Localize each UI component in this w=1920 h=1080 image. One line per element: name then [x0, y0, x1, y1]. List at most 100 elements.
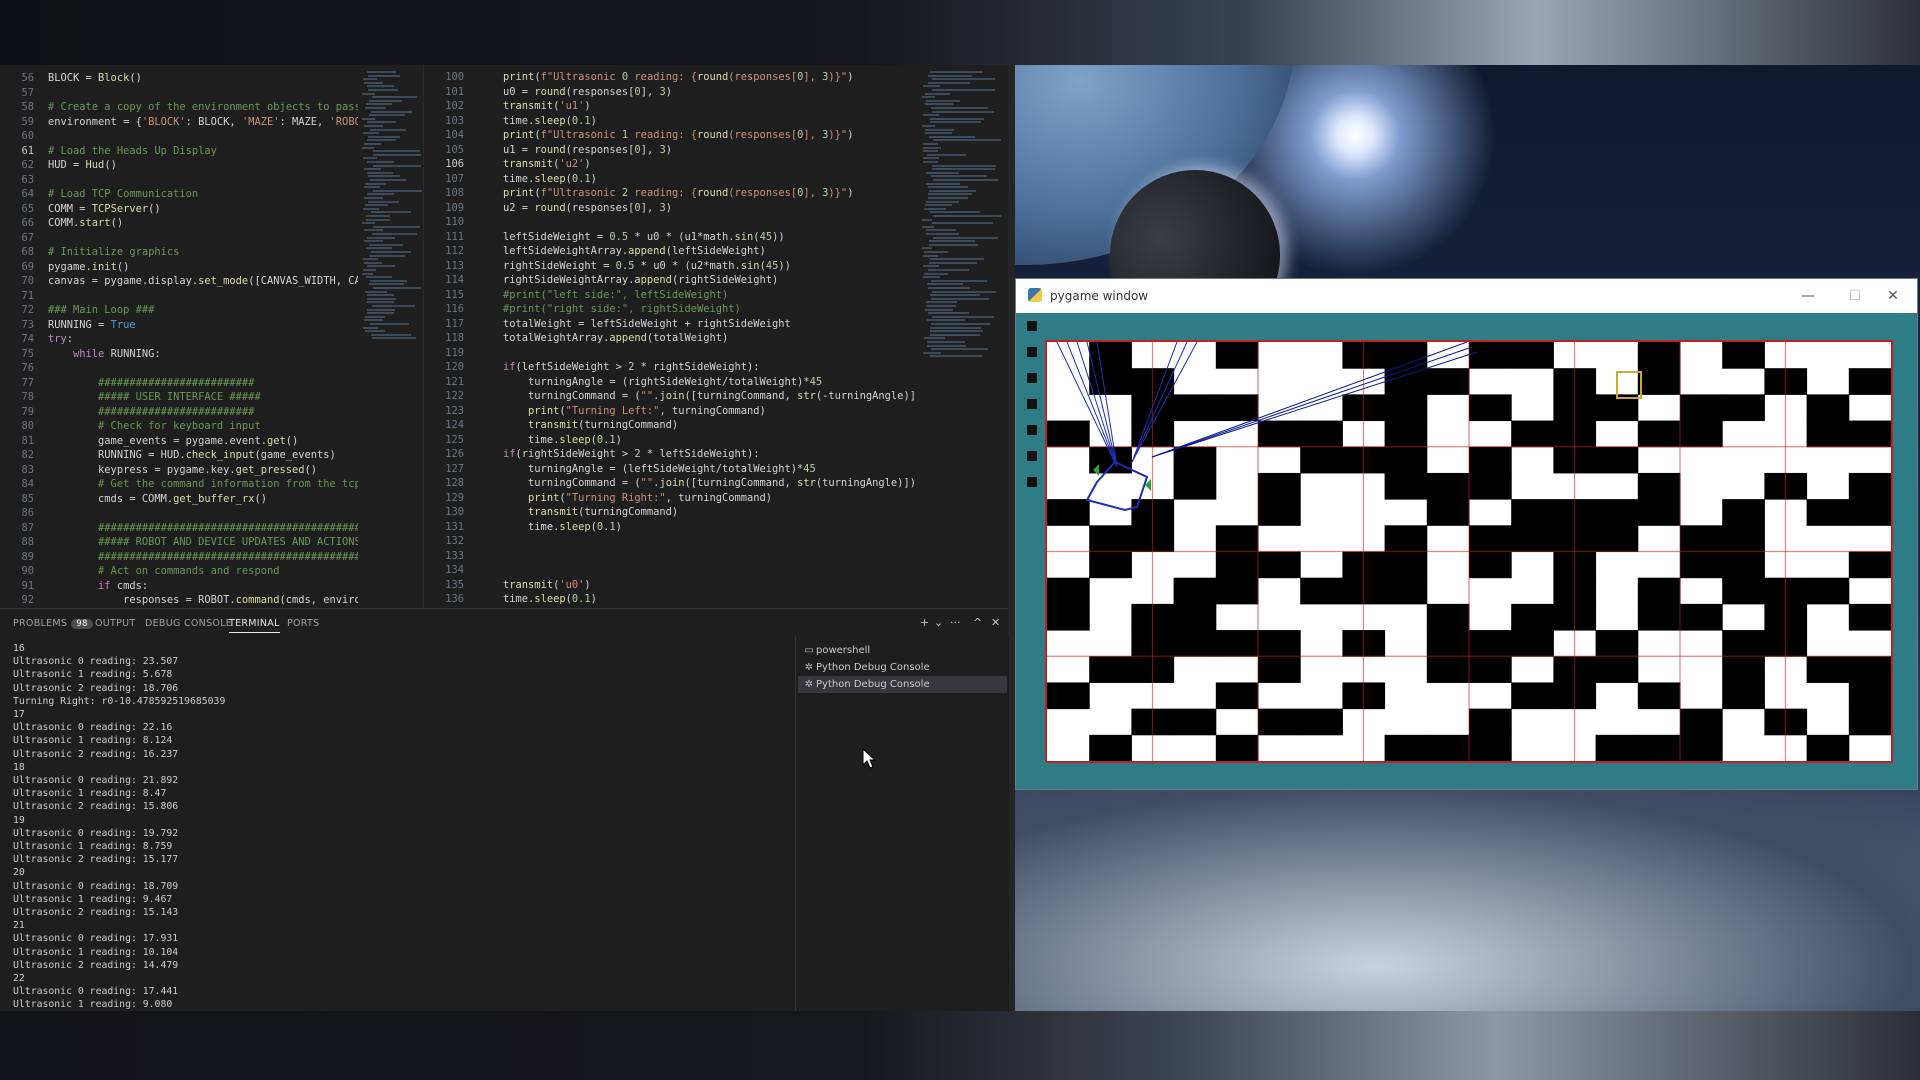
- editor-right-minimap[interactable]: [918, 65, 1008, 608]
- code-line[interactable]: 135 transmit('u0'): [430, 578, 590, 593]
- code-line[interactable]: 73 RUNNING = True: [0, 318, 135, 333]
- code-line[interactable]: 100 print(f"Ultrasonic 0 reading: {round…: [430, 70, 853, 85]
- code-line[interactable]: 60: [0, 129, 48, 144]
- terminal-output[interactable]: 16 Ultrasonic 0 reading: 23.507 Ultrasonic…: [0, 636, 795, 1011]
- close-button[interactable]: ✕: [1878, 286, 1908, 306]
- tab-terminal[interactable]: TERMINAL: [229, 618, 280, 633]
- code-line[interactable]: 85 cmds = COMM.get_buffer_rx(): [0, 492, 266, 507]
- code-line[interactable]: 123 print("Turning Left:", turningComman…: [430, 404, 766, 419]
- code-line[interactable]: 56 BLOCK = Block(): [0, 71, 141, 86]
- tab-problems[interactable]: PROBLEMS 98: [13, 618, 93, 629]
- maze-wall-cell: [1848, 603, 1891, 631]
- code-line[interactable]: 131 time.sleep(0.1): [430, 520, 622, 535]
- code-line[interactable]: 58 # Create a copy of the environment obj…: [0, 100, 358, 115]
- code-line[interactable]: 91 if cmds:: [0, 579, 148, 594]
- code-line[interactable]: 129 print("Turning Right:", turningComma…: [430, 491, 772, 506]
- tab-debug-console[interactable]: DEBUG CONSOLE: [145, 618, 232, 629]
- code-line[interactable]: 62 HUD = Hud(): [0, 158, 116, 173]
- editor-left-minimap[interactable]: [358, 65, 424, 608]
- pygame-window[interactable]: pygame window — ☐ ✕: [1016, 279, 1917, 789]
- code-line[interactable]: 118 totalWeightArray.append(totalWeight): [430, 331, 728, 346]
- code-line[interactable]: 113 rightSideWeight = 0.5 * u0 * (u2*mat…: [430, 259, 791, 274]
- new-terminal-icon[interactable]: +: [920, 616, 929, 629]
- terminal-session-debug-1[interactable]: ✲ Python Debug Console: [798, 659, 1007, 676]
- code-line[interactable]: 126 if(rightSideWeight > 2 * leftSideWei…: [430, 447, 759, 462]
- code-line[interactable]: 111 leftSideWeight = 0.5 * u0 * (u1*math…: [430, 230, 784, 245]
- code-line[interactable]: 82 RUNNING = HUD.check_input(game_events…: [0, 448, 335, 463]
- code-line[interactable]: 121 turningAngle = (rightSideWeight/tota…: [430, 375, 822, 390]
- code-line[interactable]: 77 #########################: [0, 376, 254, 391]
- code-line[interactable]: 80 # Check for keyboard input: [0, 419, 260, 434]
- code-line[interactable]: 88 ##### ROBOT AND DEVICE UPDATES AND AC…: [0, 535, 358, 550]
- code-line[interactable]: 110: [430, 215, 478, 230]
- editor-left-pane[interactable]: 56 BLOCK = Block() 57 58 # Create a copy of …: [0, 65, 358, 608]
- minimize-button[interactable]: —: [1793, 286, 1823, 306]
- tab-ports[interactable]: PORTS: [287, 618, 319, 629]
- code-line[interactable]: 57: [0, 86, 48, 101]
- code-line[interactable]: 74 try:: [0, 332, 73, 347]
- code-line[interactable]: 115 #print("left side:", leftSideWeight): [430, 288, 728, 303]
- code-line[interactable]: 122 turningCommand = ("".join([turningCo…: [430, 389, 918, 404]
- tab-output[interactable]: OUTPUT: [95, 618, 136, 629]
- code-line[interactable]: 87 #####################################…: [0, 521, 358, 536]
- terminal-session-debug-2[interactable]: ✲ Python Debug Console: [798, 676, 1007, 693]
- code-line[interactable]: 86: [0, 506, 48, 521]
- code-line[interactable]: 105 u1 = round(responses[0], 3): [430, 143, 672, 158]
- code-line[interactable]: 132: [430, 534, 478, 549]
- code-line[interactable]: 66 COMM.start(): [0, 216, 123, 231]
- code-line[interactable]: 59 environment = {'BLOCK': BLOCK, 'MAZE':…: [0, 115, 358, 130]
- code-line[interactable]: 134: [430, 563, 478, 578]
- code-line[interactable]: 136 time.sleep(0.1): [430, 592, 597, 607]
- terminal-session-powershell[interactable]: ▭ powershell: [798, 642, 1007, 659]
- code-line[interactable]: 76: [0, 361, 48, 376]
- code-line[interactable]: 67: [0, 231, 48, 246]
- code-line[interactable]: 104 print(f"Ultrasonic 1 reading: {round…: [430, 128, 853, 143]
- code-line[interactable]: 83 keypress = pygame.key.get_pressed(): [0, 463, 317, 478]
- scrollbar[interactable]: [1008, 65, 1015, 1011]
- code-line[interactable]: 71: [0, 289, 48, 304]
- code-line[interactable]: 124 transmit(turningCommand): [430, 418, 678, 433]
- code-line[interactable]: 79 #########################: [0, 405, 254, 420]
- code-line[interactable]: 89 #####################################…: [0, 550, 358, 565]
- code-line[interactable]: 101 u0 = round(responses[0], 3): [430, 85, 672, 100]
- code-line[interactable]: 90 # Act on commands and respond: [0, 564, 279, 579]
- pygame-titlebar[interactable]: pygame window — ☐ ✕: [1016, 279, 1917, 313]
- code-line[interactable]: 128 turningCommand = ("".join([turningCo…: [430, 476, 918, 491]
- code-line[interactable]: 63: [0, 173, 48, 188]
- code-line[interactable]: 108 print(f"Ultrasonic 2 reading: {round…: [430, 186, 853, 201]
- code-line[interactable]: 107 time.sleep(0.1): [430, 172, 597, 187]
- code-line[interactable]: 64 # Load TCP Communication: [0, 187, 198, 202]
- code-line[interactable]: 70 canvas = pygame.display.set_mode([CANV…: [0, 274, 358, 289]
- code-line[interactable]: 127 turningAngle = (leftSideWeight/total…: [430, 462, 816, 477]
- code-line[interactable]: 92 responses = ROBOT.command(cmds, envir…: [0, 593, 358, 608]
- code-line[interactable]: 106 transmit('u2'): [430, 157, 590, 172]
- code-line[interactable]: 78 ##### USER INTERFACE #####: [0, 390, 260, 405]
- code-line[interactable]: 69 pygame.init(): [0, 260, 129, 275]
- maximize-panel-icon[interactable]: ^: [973, 616, 982, 629]
- code-line[interactable]: 109 u2 = round(responses[0], 3): [430, 201, 672, 216]
- code-line[interactable]: 84 # Get the command information from th…: [0, 477, 358, 492]
- code-line[interactable]: 130 transmit(turningCommand): [430, 505, 678, 520]
- code-line[interactable]: 81 game_events = pygame.event.get(): [0, 434, 298, 449]
- code-line[interactable]: 116 #print("right side:", rightSideWeigh…: [430, 302, 741, 317]
- code-line[interactable]: 119: [430, 346, 478, 361]
- code-line[interactable]: 120 if(leftSideWeight > 2 * rightSideWei…: [430, 360, 759, 375]
- code-line[interactable]: 112 leftSideWeightArray.append(leftSideW…: [430, 244, 766, 259]
- code-line[interactable]: 61 # Load the Heads Up Display: [0, 144, 216, 159]
- code-line[interactable]: 103 time.sleep(0.1): [430, 114, 597, 129]
- maximize-button[interactable]: ☐: [1840, 286, 1870, 306]
- maze-canvas[interactable]: [1045, 340, 1893, 763]
- editor-right-pane[interactable]: 100 print(f"Ultrasonic 0 reading: {round…: [430, 65, 918, 608]
- code-line[interactable]: 133: [430, 549, 478, 564]
- code-line[interactable]: 75 while RUNNING:: [0, 347, 160, 362]
- code-line[interactable]: 68 # Initialize graphics: [0, 245, 179, 260]
- terminal-dropdown-icon[interactable]: ⌄: [934, 616, 943, 629]
- more-actions-icon[interactable]: ···: [950, 616, 961, 629]
- code-line[interactable]: 102 transmit('u1'): [430, 99, 590, 114]
- code-line[interactable]: 117 totalWeight = leftSideWeight + right…: [430, 317, 791, 332]
- close-panel-icon[interactable]: ✕: [991, 616, 1000, 629]
- code-line[interactable]: 114 rightSideWeightArray.append(rightSid…: [430, 273, 778, 288]
- code-line[interactable]: 65 COMM = TCPServer(): [0, 202, 160, 217]
- code-line[interactable]: 125 time.sleep(0.1): [430, 433, 622, 448]
- code-line[interactable]: 72 ### Main Loop ###: [0, 303, 154, 318]
